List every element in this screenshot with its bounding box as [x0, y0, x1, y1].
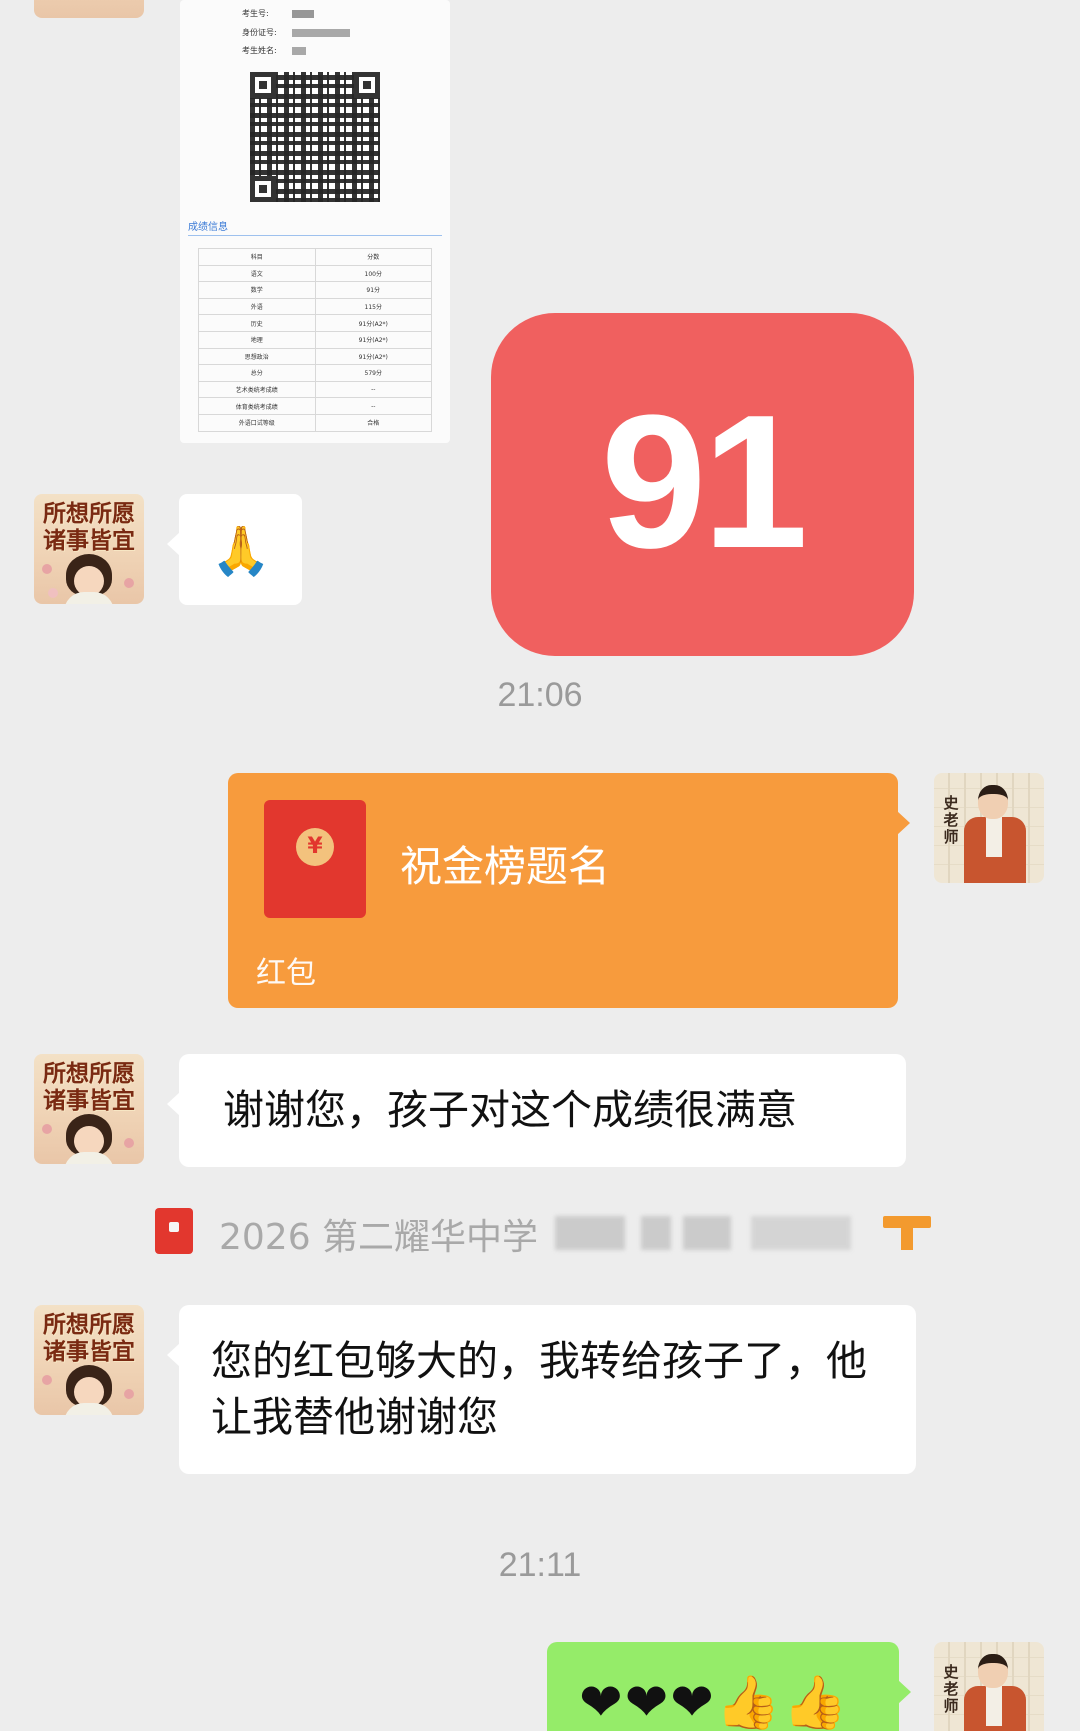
- avatar-caption: 所想所愿诸事皆宜: [43, 1311, 135, 1365]
- red-packet-title: 祝金榜题名: [400, 842, 611, 891]
- claimed-tag-icon: [883, 1216, 931, 1250]
- section-title: 成绩信息: [188, 222, 228, 233]
- contact-avatar[interactable]: 所想所愿诸事皆宜: [34, 1054, 144, 1164]
- subject-cell: 体育类统考成绩: [198, 397, 316, 415]
- table-header-row: 科目 分数: [198, 248, 432, 266]
- subject-cell: 艺术类统考成绩: [198, 380, 316, 399]
- field-label: 身份证号:: [242, 28, 277, 37]
- my-avatar[interactable]: 史老师: [934, 773, 1044, 883]
- notice-text: 2026 第二耀华中学: [219, 1217, 539, 1258]
- score-cell: --: [314, 397, 432, 415]
- subject-cell: 外语口试等级: [198, 413, 316, 432]
- subject-cell: 历史: [198, 314, 316, 332]
- timestamp: 21:06: [497, 676, 583, 714]
- message-bubble-text[interactable]: 您的红包够大的，我转给孩子了，他让我替他谢谢您: [167, 1305, 916, 1474]
- score-cell: 合格: [314, 413, 432, 432]
- field-label: 考生姓名:: [242, 46, 277, 55]
- subject-cell: 地理: [198, 330, 316, 349]
- contact-avatar[interactable]: 所想所愿诸事皆宜: [34, 494, 144, 604]
- subject-cell: 数学: [198, 281, 316, 299]
- sticker-score-text: 91: [600, 375, 808, 588]
- yuan-coin-icon: ¥: [296, 828, 334, 866]
- my-avatar[interactable]: 史老师: [934, 1642, 1044, 1731]
- redacted-value: [292, 47, 306, 55]
- message-bubble-emoji[interactable]: 🙏: [167, 494, 302, 605]
- contact-avatar[interactable]: 所想所愿诸事皆宜: [34, 1305, 144, 1415]
- score-cell: 91分(A2*): [314, 314, 432, 332]
- redacted-value: [292, 10, 314, 18]
- score-cell: 100分: [314, 264, 432, 283]
- red-packet-icon: [155, 1208, 193, 1254]
- table-header: 科目: [198, 248, 316, 266]
- table-row: 思想政治 91分(A2*): [198, 347, 432, 366]
- subject-cell: 总分: [198, 364, 316, 382]
- divider: [188, 235, 442, 236]
- score-cell: 579分: [314, 364, 432, 382]
- subject-cell: 外语: [198, 297, 316, 316]
- table-row: 艺术类统考成绩 --: [198, 380, 432, 399]
- pray-hands-icon: 🙏: [211, 523, 271, 579]
- table-row: 总分 579分: [198, 364, 432, 382]
- subject-cell: 思想政治: [198, 347, 316, 366]
- red-packet-label: 红包: [256, 956, 316, 991]
- score-sticker[interactable]: 91: [491, 313, 914, 656]
- score-cell: 115分: [314, 297, 432, 316]
- table-row: 体育类统考成绩 --: [198, 397, 432, 415]
- score-report-image[interactable]: 考生号: 身份证号: 考生姓名: 成绩信息 科目 分数 语文 100分 数学 91分…: [180, 0, 450, 443]
- table-header: 分数: [314, 248, 432, 266]
- message-bubble-text[interactable]: 谢谢您，孩子对这个成绩很满意: [167, 1054, 906, 1167]
- avatar-caption: 史老师: [943, 1663, 959, 1715]
- score-table: 科目 分数 语文 100分 数学 91分 外语 115分 历史 91分(A2*) 地理 9…: [198, 248, 432, 432]
- timestamp: 21:11: [498, 1546, 582, 1584]
- table-row: 数学 91分: [198, 281, 432, 299]
- red-envelope-icon: ¥: [264, 800, 366, 918]
- red-packet-message[interactable]: ¥ 祝金榜题名 红包: [228, 773, 910, 1008]
- avatar-caption: 所想所愿诸事皆宜: [43, 500, 135, 554]
- subject-cell: 语文: [198, 264, 316, 283]
- message-bubble-emoji-mine[interactable]: ❤❤❤👍👍: [547, 1642, 911, 1731]
- avatar-caption: 史老师: [943, 794, 959, 846]
- message-text: 谢谢您，孩子对这个成绩很满意: [223, 1086, 797, 1134]
- score-cell: 91分: [314, 281, 432, 299]
- red-packet-notice[interactable]: 2026 第二耀华中学: [153, 1204, 933, 1258]
- score-cell: --: [314, 380, 432, 399]
- table-row: 外语 115分: [198, 297, 432, 316]
- field-label: 考生号:: [242, 9, 269, 18]
- avatar-caption: 所想所愿诸事皆宜: [43, 1060, 135, 1114]
- table-row: 地理 91分(A2*): [198, 330, 432, 349]
- score-cell: 91分(A2*): [314, 347, 432, 366]
- contact-avatar-top[interactable]: 所想所愿诸事皆宜: [34, 0, 144, 18]
- message-text: 您的红包够大的，我转给孩子了，他让我替他谢谢您: [211, 1337, 867, 1441]
- table-row: 语文 100分: [198, 264, 432, 283]
- hearts-thumbs-icon: ❤❤❤👍👍: [579, 1673, 850, 1731]
- table-row: 外语口试等级 合格: [198, 413, 432, 432]
- qr-code: [250, 72, 380, 202]
- score-cell: 91分(A2*): [314, 330, 432, 349]
- redacted-value: [292, 29, 350, 37]
- table-row: 历史 91分(A2*): [198, 314, 432, 332]
